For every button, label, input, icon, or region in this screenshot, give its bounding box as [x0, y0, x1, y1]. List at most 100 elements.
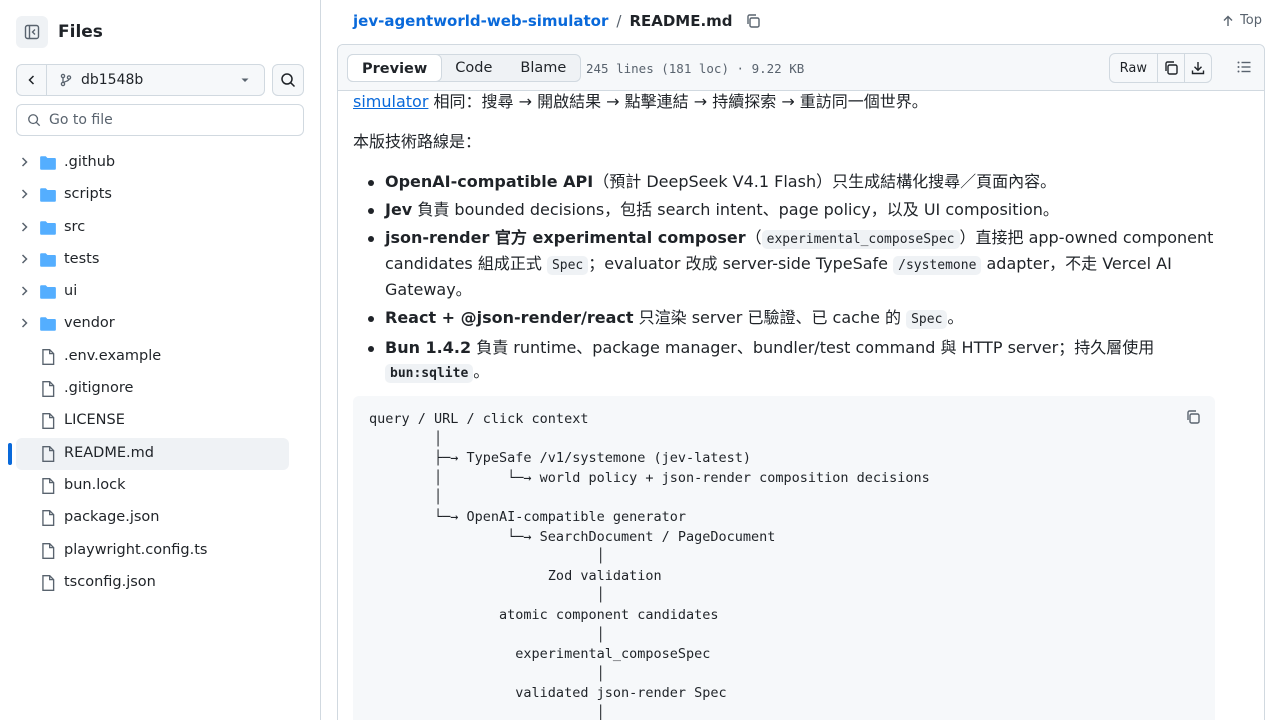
- folder-icon: [40, 253, 56, 267]
- list-item-bold: Bun 1.4.2: [385, 338, 472, 357]
- list-item: Jev 負責 bounded decisions，包括 search inten…: [353, 198, 1215, 222]
- copy-icon: [1165, 61, 1178, 75]
- collapse-sidebar-button[interactable]: [16, 16, 48, 48]
- chevron-left-icon: [27, 75, 34, 85]
- list-item-text: ；evaluator 改成 server-side TypeSafe: [588, 254, 894, 273]
- file-icon: [42, 542, 55, 559]
- file-actions: Raw: [1108, 53, 1212, 83]
- breadcrumb-separator: /: [616, 12, 622, 30]
- list-item-text: 負責 runtime、package manager、bundler/test …: [471, 338, 1155, 357]
- list-item-bold: React + @json-render/react: [385, 308, 634, 327]
- list-item-bold: json-render 官方 experimental composer: [385, 228, 746, 247]
- breadcrumb-file-name: README.md: [629, 12, 733, 30]
- chevron-right-icon[interactable]: [18, 253, 30, 265]
- readme-paragraph: 本版技術路線是：: [353, 132, 482, 151]
- tree-folder-item[interactable]: scripts: [0, 179, 320, 211]
- list-item: json-render 官方 experimental composer（ exp…: [353, 226, 1215, 302]
- readme-paragraph: simulator 相同：搜尋 → 開啟結果 → 點擊連結 → 持續探索 → 重…: [353, 90, 928, 114]
- folder-icon: [40, 188, 56, 203]
- chevron-right-icon[interactable]: [18, 221, 30, 233]
- chevron-right-icon[interactable]: [18, 156, 30, 168]
- tree-file-item[interactable]: .env.example: [0, 341, 320, 373]
- list-unordered-icon: [1237, 61, 1251, 73]
- search-icon: [281, 73, 296, 88]
- copy-icon: [1187, 410, 1200, 424]
- tree-file-item[interactable]: tsconfig.json: [0, 567, 320, 599]
- tree-item-label: scripts: [64, 186, 112, 203]
- file-icon: [42, 381, 55, 398]
- file-icon: [42, 574, 55, 591]
- tree-folder-item[interactable]: src: [0, 212, 320, 244]
- download-icon: [1191, 62, 1205, 75]
- tree-folder-item[interactable]: .github: [0, 147, 320, 179]
- tree-item-label: ui: [64, 283, 78, 300]
- back-button[interactable]: [17, 65, 47, 95]
- tree-file-item[interactable]: playwright.config.ts: [0, 535, 320, 567]
- branch-name: db1548b: [81, 72, 144, 88]
- raw-button[interactable]: Raw: [1110, 54, 1157, 82]
- tree-file-item[interactable]: package.json: [0, 502, 320, 534]
- main-content: jev-agentworld-web-simulator / README.md…: [321, 0, 1280, 720]
- sidebar-collapse-icon: [24, 24, 40, 40]
- tree-file-item[interactable]: .gitignore: [0, 373, 320, 405]
- tech-stack-list: OpenAI-compatible API（預計 DeepSeek V4.1 F…: [353, 170, 1215, 390]
- go-to-file-input[interactable]: [49, 112, 289, 128]
- tree-item-label: src: [64, 218, 86, 235]
- tree-item-label: README.md: [64, 444, 154, 461]
- tree-file-item[interactable]: README.md: [0, 437, 320, 470]
- tree-folder-item[interactable]: ui: [0, 276, 320, 308]
- git-branch-icon: [60, 73, 72, 87]
- tree-item-label: .gitignore: [64, 380, 134, 397]
- sidebar-header: Files: [16, 16, 103, 48]
- list-item-text: 。: [947, 308, 964, 327]
- tab-code[interactable]: Code: [441, 55, 506, 81]
- copy-icon: [746, 14, 760, 28]
- paragraph-text: 相同：搜尋 → 開啟結果 → 點擊連結 → 持續探索 → 重訪同一個世界。: [428, 92, 928, 111]
- inline-code: Spec: [906, 310, 948, 329]
- copy-path-button[interactable]: [745, 13, 761, 29]
- inline-code: experimental_composeSpec: [761, 230, 960, 249]
- copy-raw-button[interactable]: [1157, 54, 1184, 82]
- inline-code: Spec: [546, 256, 589, 275]
- chevron-right-icon[interactable]: [18, 285, 30, 297]
- breadcrumb-repo-link[interactable]: jev-agentworld-web-simulator: [353, 12, 608, 30]
- tab-preview[interactable]: Preview: [347, 54, 443, 82]
- tree-item-label: package.json: [64, 509, 160, 526]
- caret-down-icon: [241, 78, 249, 82]
- top-bar: jev-agentworld-web-simulator / README.md…: [321, 0, 1280, 44]
- file-header: Preview Code Blame 245 lines (181 loc) ·…: [338, 45, 1264, 91]
- list-item: OpenAI-compatible API（預計 DeepSeek V4.1 F…: [353, 170, 1215, 194]
- tree-file-item[interactable]: bun.lock: [0, 470, 320, 502]
- arrow-up-icon: [1223, 15, 1233, 26]
- branch-dropdown[interactable]: db1548b: [47, 72, 264, 88]
- chevron-right-icon[interactable]: [18, 188, 30, 200]
- go-to-file-field: [16, 104, 304, 136]
- tree-file-item[interactable]: LICENSE: [0, 405, 320, 437]
- tab-blame[interactable]: Blame: [506, 55, 580, 81]
- tree-folder-item[interactable]: vendor: [0, 308, 320, 340]
- top-label: Top: [1240, 13, 1262, 28]
- list-item-text: 負責 bounded decisions，包括 search intent、pa…: [412, 200, 1059, 219]
- active-item-indicator: [8, 442, 12, 465]
- file-icon: [42, 413, 55, 430]
- search-files-button[interactable]: [272, 64, 304, 96]
- list-item: React + @json-render/react 只渲染 server 已驗…: [353, 306, 1215, 332]
- chevron-right-icon[interactable]: [18, 317, 30, 329]
- copy-code-button[interactable]: [1185, 408, 1201, 432]
- tree-folder-item[interactable]: tests: [0, 244, 320, 276]
- list-item-text: （: [745, 228, 762, 247]
- folder-icon: [40, 220, 56, 235]
- simulator-link[interactable]: simulator: [353, 92, 428, 111]
- download-button[interactable]: [1184, 54, 1211, 82]
- tree-item-label: .env.example: [64, 347, 162, 364]
- file-tree: .github scripts src tests ui vendor .env.examp…: [0, 147, 320, 599]
- back-to-top-link[interactable]: Top: [1222, 13, 1262, 28]
- branch-selector-group: db1548b: [16, 64, 265, 96]
- list-item-text: （預計 DeepSeek V4.1 Flash）只生成結構化搜尋／頁面內容。: [593, 172, 1057, 191]
- outline-button[interactable]: [1236, 59, 1252, 79]
- inline-code: bun:sqlite: [385, 364, 474, 383]
- tree-item-label: playwright.config.ts: [64, 541, 208, 558]
- view-mode-tabs: Preview Code Blame: [347, 54, 582, 82]
- file-tree-sidebar: Files db1548b Go to file .github scripts…: [0, 0, 321, 720]
- tree-item-label: bun.lock: [64, 476, 126, 493]
